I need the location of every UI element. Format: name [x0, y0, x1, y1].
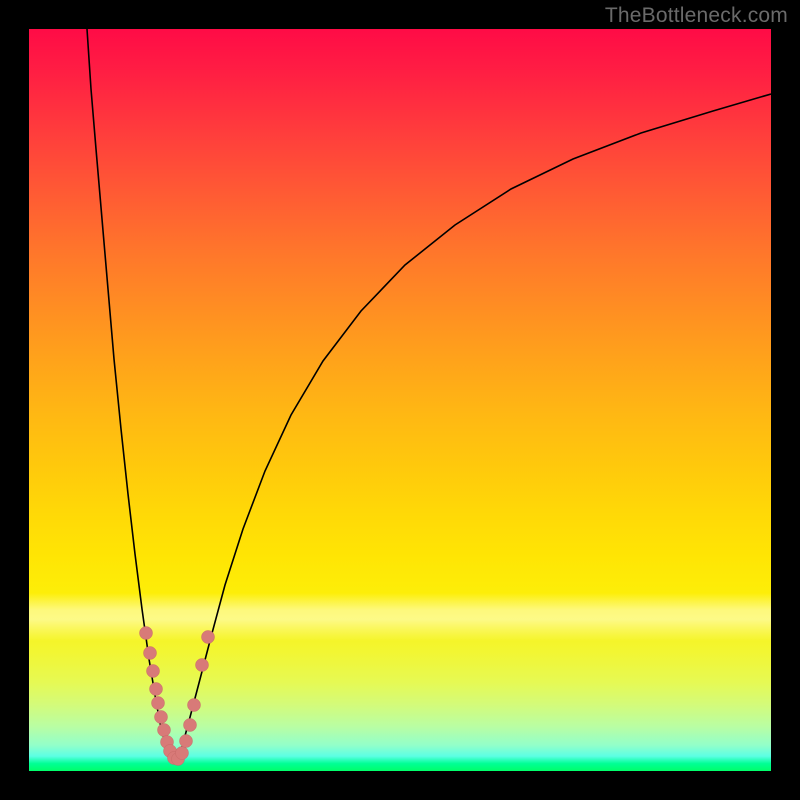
data-dot [180, 735, 193, 748]
data-dot [144, 647, 157, 660]
data-dot [196, 659, 209, 672]
plot-area [29, 29, 771, 771]
data-dot [202, 631, 215, 644]
data-dot [147, 665, 160, 678]
watermark-text: TheBottleneck.com [605, 4, 788, 28]
data-dot [140, 627, 153, 640]
data-dot [152, 697, 165, 710]
data-dot [176, 747, 189, 760]
curve-overlay [29, 29, 771, 771]
data-dot [158, 724, 171, 737]
data-dot [188, 699, 201, 712]
data-dot [150, 683, 163, 696]
left-branch-curve [87, 29, 172, 759]
chart-frame: TheBottleneck.com [0, 0, 800, 800]
dot-cluster [140, 627, 215, 766]
right-branch-curve [177, 94, 771, 761]
data-dot [155, 711, 168, 724]
data-dot [184, 719, 197, 732]
